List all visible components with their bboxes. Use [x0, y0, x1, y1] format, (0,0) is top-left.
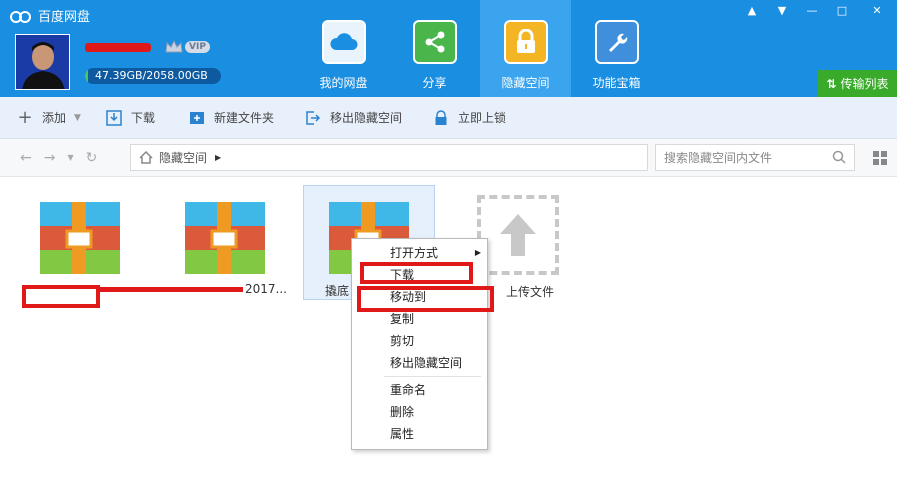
move-out-icon [304, 109, 322, 127]
nav-my-disk[interactable]: 我的网盘 [298, 0, 389, 97]
crown-icon [165, 40, 183, 53]
avatar-picture [16, 35, 69, 89]
menu-item-label: 重命名 [390, 383, 427, 397]
archive-file-icon [40, 202, 120, 274]
menu-item-label: 打开方式 [390, 246, 439, 260]
menu-item-move-out[interactable]: 移出隐藏空间 [352, 352, 487, 374]
wrench-icon [594, 20, 639, 64]
menu-item-label: 删除 [390, 405, 415, 419]
nav-toolbox[interactable]: 功能宝箱 [571, 0, 662, 97]
lock-now-label: 立即上锁 [457, 111, 506, 125]
annotation-box [22, 285, 100, 308]
menu-item-cut[interactable]: 剪切 [352, 330, 487, 352]
menu-item-rename[interactable]: 重命名 [352, 379, 487, 401]
plus-icon: + [17, 107, 33, 128]
pin-icon[interactable]: ▲ [737, 0, 767, 20]
upload-placeholder [477, 195, 559, 276]
vip-label: VIP [185, 41, 210, 53]
nav-share[interactable]: 分享 [389, 0, 480, 97]
menu-item-label: 剪切 [390, 334, 415, 348]
window-controls: ▲ ▼ — □ ✕ [737, 0, 897, 20]
storage-quota-fill [85, 68, 89, 84]
search-placeholder: 搜索隐藏空间内文件 [664, 151, 773, 165]
vip-badge[interactable]: VIP [165, 40, 210, 54]
menu-item-properties[interactable]: 属性 [352, 423, 487, 445]
search-icon[interactable] [832, 150, 846, 164]
breadcrumb-arrow-icon[interactable]: ▶ [215, 153, 221, 162]
new-folder-icon [188, 109, 206, 127]
menu-item-open-with[interactable]: 打开方式 ▶ [352, 242, 487, 264]
address-bar: ← → ▼ ↻ 隐藏空间 ▶ 搜索隐藏空间内文件 [0, 139, 897, 177]
transfer-list-button[interactable]: ⇅ 传输列表 [818, 70, 897, 97]
app-title-text: 百度网盘 [38, 10, 91, 25]
history-nav: ← → ▼ ↻ [20, 150, 97, 166]
annotation-box-move-to [357, 286, 494, 312]
storage-quota-bar: 47.39GB/2058.00GB [85, 68, 221, 84]
share-icon [412, 20, 457, 64]
history-dropdown-icon[interactable]: ▼ [67, 150, 73, 166]
nav-my-disk-label: 我的网盘 [319, 76, 368, 90]
maximize-icon[interactable]: □ [827, 0, 857, 20]
avatar[interactable] [15, 34, 70, 90]
toolbar: + 添加 ▼ 下载 新建文件夹 移出隐藏空间 立即上锁 [0, 97, 897, 139]
chevron-down-icon: ▼ [74, 112, 81, 123]
archive-file-icon [185, 202, 265, 274]
baidu-cloud-logo-icon [10, 10, 31, 23]
nav-share-label: 分享 [422, 76, 447, 90]
nav-hidden-space[interactable]: 隐藏空间 [480, 0, 571, 97]
home-icon [139, 151, 153, 164]
menu-item-label: 复制 [390, 312, 415, 326]
username-redacted [85, 43, 151, 52]
transfer-list-label: 传输列表 [840, 77, 889, 91]
nav-toolbox-label: 功能宝箱 [592, 76, 641, 90]
move-out-label: 移出隐藏空间 [329, 111, 402, 125]
download-icon [105, 109, 123, 127]
upload-arrow-icon [500, 214, 536, 257]
lock-small-icon [432, 109, 450, 127]
forward-arrow-icon[interactable]: → [44, 150, 56, 166]
cloud-icon [321, 20, 366, 64]
main-nav: 我的网盘 分享 隐藏空间 功能宝箱 [298, 0, 662, 97]
view-grid-icon[interactable] [873, 151, 887, 165]
lock-icon [503, 20, 548, 64]
lock-now-button[interactable]: 立即上锁 [432, 97, 506, 138]
nav-hidden-space-label: 隐藏空间 [501, 76, 550, 90]
storage-quota-text: 47.39GB/2058.00GB [95, 69, 208, 82]
file-item[interactable]: 2017... [159, 185, 291, 300]
minimize-icon[interactable]: — [797, 0, 827, 20]
add-button[interactable]: + 添加 ▼ [16, 97, 81, 138]
menu-item-label: 属性 [390, 427, 415, 441]
app-title: 百度网盘 [10, 6, 90, 25]
new-folder-label: 新建文件夹 [213, 111, 274, 125]
transfer-icon: ⇅ [826, 76, 837, 91]
annotation-box-download [360, 262, 473, 284]
submenu-arrow-icon: ▶ [474, 248, 481, 257]
menu-item-delete[interactable]: 删除 [352, 401, 487, 423]
search-input[interactable]: 搜索隐藏空间内文件 [655, 144, 855, 171]
title-bar: 百度网盘 ▲ ▼ — □ ✕ VIP 47.39GB/2058.00GB 我的网… [0, 0, 897, 97]
menu-separator [384, 376, 481, 377]
new-folder-button[interactable]: 新建文件夹 [188, 97, 274, 138]
download-label: 下载 [130, 111, 155, 125]
menu-icon[interactable]: ▼ [767, 0, 797, 20]
file-item[interactable] [14, 185, 146, 300]
breadcrumb[interactable]: 隐藏空间 ▶ [130, 144, 648, 171]
back-arrow-icon[interactable]: ← [20, 150, 32, 166]
refresh-icon[interactable]: ↻ [86, 150, 98, 166]
breadcrumb-path: 隐藏空间 [159, 151, 208, 165]
redaction-mark [98, 287, 243, 292]
download-button[interactable]: 下载 [105, 97, 155, 138]
add-label: 添加 [42, 111, 67, 125]
move-out-button[interactable]: 移出隐藏空间 [304, 97, 402, 138]
menu-item-label: 移出隐藏空间 [390, 356, 463, 370]
close-icon[interactable]: ✕ [857, 0, 897, 20]
